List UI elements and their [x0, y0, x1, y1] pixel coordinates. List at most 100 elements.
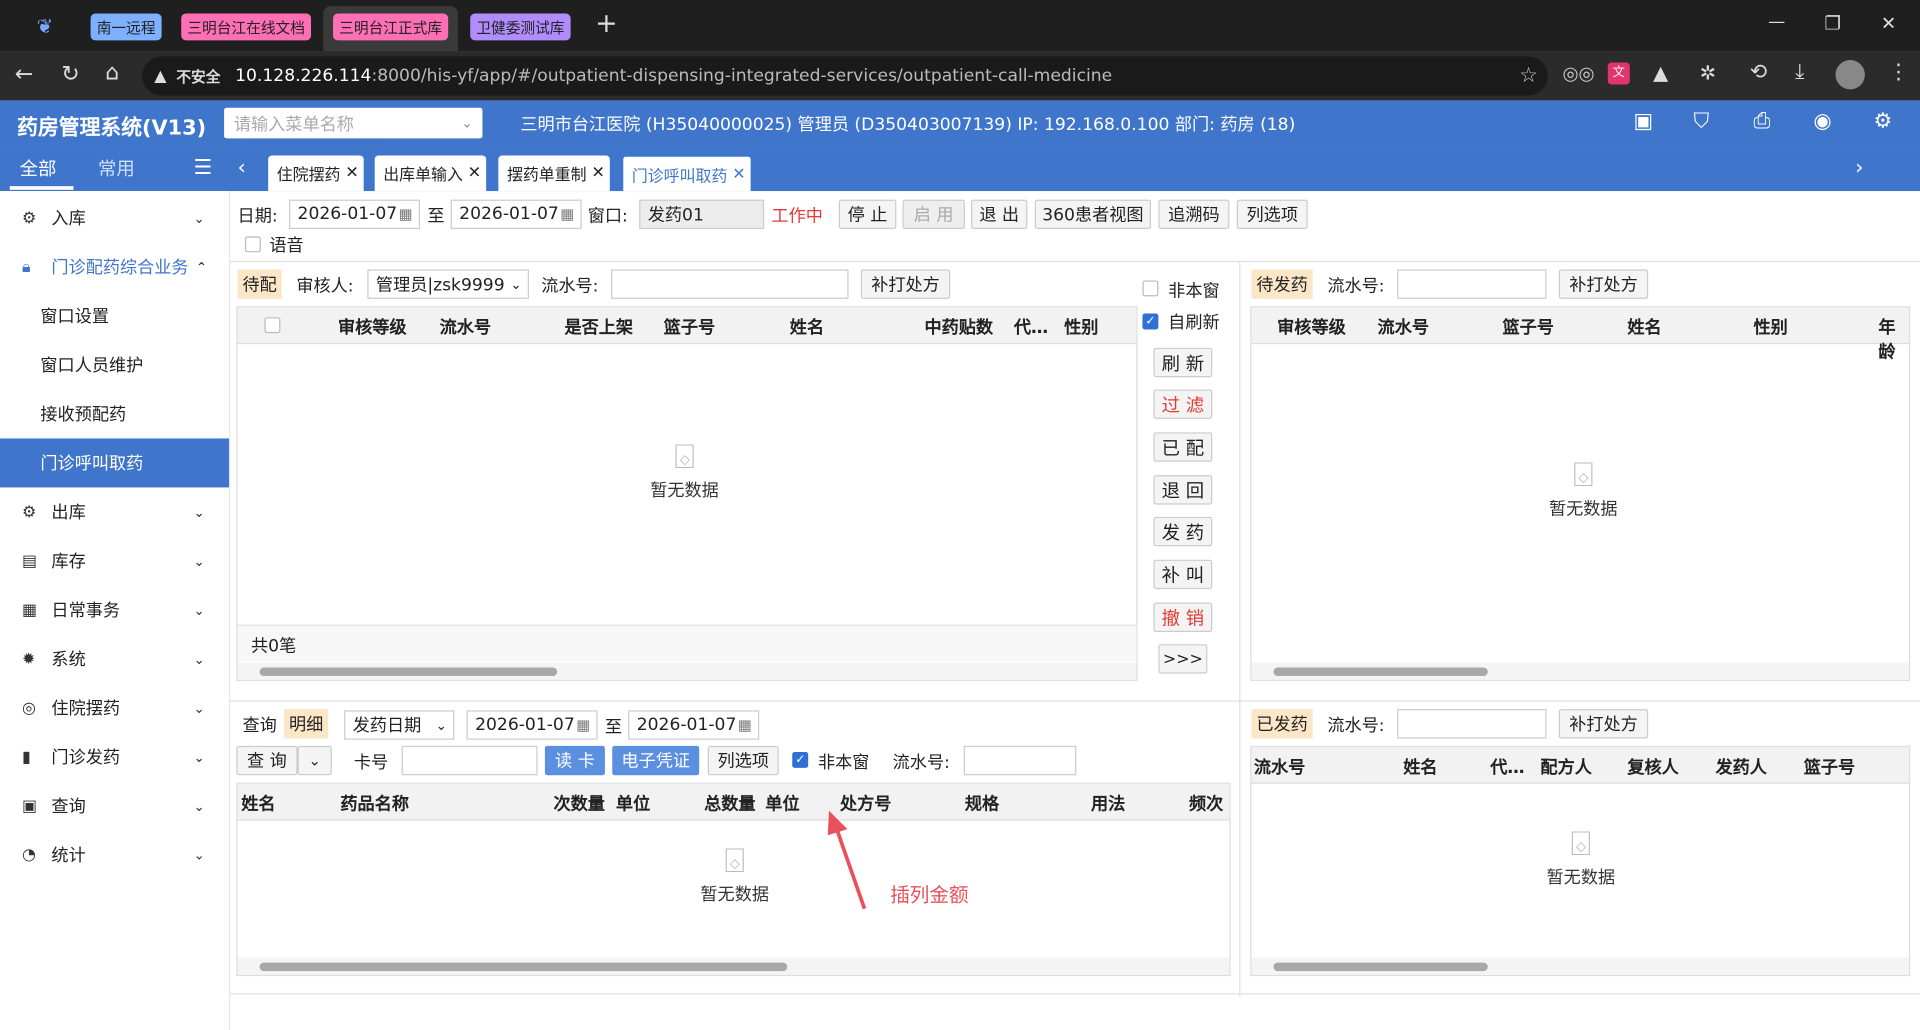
- tabs-next-icon[interactable]: ›: [1855, 156, 1863, 180]
- detail-columns-button[interactable]: 列选项: [707, 745, 779, 776]
- back-icon[interactable]: ←: [15, 61, 33, 87]
- column-header[interactable]: 配方人: [1540, 754, 1591, 778]
- date-from-field[interactable]: 2026-01-07 ▦: [288, 199, 421, 230]
- column-header[interactable]: 发药人: [1716, 754, 1767, 778]
- column-header[interactable]: 复核人: [1627, 754, 1678, 778]
- not-secure-label[interactable]: 不安全: [176, 66, 220, 87]
- column-header[interactable]: 药品名称: [340, 791, 409, 815]
- pending-reprint-button[interactable]: 补打处方: [860, 269, 951, 299]
- column-header[interactable]: 篮子号: [1804, 754, 1855, 778]
- trace-code-button[interactable]: 追溯码: [1158, 199, 1230, 230]
- extension-icon[interactable]: ▲: [1653, 61, 1668, 84]
- screen-icon[interactable]: ▣: [1633, 109, 1653, 133]
- sidebar-item-window-setting[interactable]: 窗口设置: [0, 291, 229, 340]
- pending-scrollbar[interactable]: [237, 662, 1137, 680]
- page-tab-outbound[interactable]: 出库单输入 ✕: [374, 155, 487, 192]
- reader-icon[interactable]: ◎◎: [1562, 62, 1594, 84]
- column-header[interactable]: 单位: [765, 791, 799, 815]
- filter-button[interactable]: 过 滤: [1153, 389, 1213, 419]
- column-header[interactable]: 姓名: [790, 315, 824, 339]
- column-header[interactable]: 流水号: [1378, 315, 1429, 339]
- detail-serial-input[interactable]: [963, 745, 1077, 776]
- detail-tab[interactable]: 明细: [284, 709, 329, 739]
- to-dispense-reprint-button[interactable]: 补打处方: [1558, 269, 1649, 299]
- enable-button[interactable]: 启 用: [902, 199, 965, 230]
- tab-group-1[interactable]: 南一远程: [90, 13, 162, 41]
- date-to-field[interactable]: 2026-01-07 ▦: [450, 199, 582, 230]
- horizontal-splitter[interactable]: [230, 700, 1920, 702]
- stop-button[interactable]: 停 止: [838, 199, 897, 230]
- detail-non-window-checkbox[interactable]: ✓: [792, 751, 809, 768]
- avatar[interactable]: [1835, 60, 1865, 90]
- column-header[interactable]: 姓名: [1403, 754, 1437, 778]
- dispensed-tag[interactable]: 已发药: [1251, 709, 1313, 739]
- url-field[interactable]: ▲ 不安全 10.128.226.114:8000/his-yf/app/#/o…: [142, 56, 1548, 96]
- pending-serial-input[interactable]: [611, 269, 849, 299]
- column-header[interactable]: 流水号: [440, 315, 491, 339]
- podium-icon[interactable]: ⛉: [1693, 109, 1709, 133]
- sidebar-item-daily[interactable]: ▦ 日常事务 ⌄: [0, 585, 229, 634]
- sidebar-item-call-medicine[interactable]: 门诊呼叫取药: [0, 438, 229, 488]
- window-field[interactable]: 发药01: [639, 199, 765, 230]
- close-tab-icon[interactable]: ✕: [345, 164, 358, 182]
- puzzle-icon[interactable]: ✲: [1700, 61, 1716, 84]
- hamburger-icon[interactable]: ☰: [193, 156, 212, 180]
- dispensed-reprint-button[interactable]: 补打处方: [1558, 709, 1649, 739]
- pending-tag[interactable]: 待配: [237, 269, 282, 299]
- maximize-icon[interactable]: ❐: [1825, 12, 1841, 34]
- close-window-icon[interactable]: ✕: [1881, 12, 1896, 34]
- sidebar-item-inbound[interactable]: ⚙ 入库 ⌄: [0, 194, 229, 243]
- column-header[interactable]: 篮子号: [664, 315, 715, 339]
- sidebar-item-ward[interactable]: ◎ 住院摆药 ⌄: [0, 683, 229, 732]
- detail-date-from[interactable]: 2026-01-07 ▦: [466, 710, 598, 740]
- sidebar-item-stock[interactable]: ▤ 库存 ⌄: [0, 536, 229, 585]
- reviewer-select[interactable]: 管理员|zsk9999 ⌄: [367, 269, 529, 299]
- column-header[interactable]: 性别: [1064, 315, 1098, 339]
- non-window-checkbox[interactable]: [1142, 280, 1159, 297]
- column-header[interactable]: 姓名: [241, 791, 275, 815]
- more-button[interactable]: >>>: [1158, 644, 1208, 674]
- tab-group-3[interactable]: 三明台江正式库: [333, 13, 449, 41]
- print-icon[interactable]: ⎙: [1753, 109, 1770, 133]
- dispensed-serial-input[interactable]: [1397, 709, 1547, 739]
- column-header[interactable]: 单位: [616, 791, 650, 815]
- e-voucher-button[interactable]: 电子凭证: [612, 745, 700, 776]
- sidebar-item-query[interactable]: ▣ 查询 ⌄: [0, 781, 229, 830]
- column-header[interactable]: 是否上架: [564, 315, 633, 339]
- eye-icon[interactable]: ◉: [1813, 109, 1831, 133]
- column-header[interactable]: 中药贴数: [924, 315, 993, 339]
- scroll-thumb[interactable]: [1273, 667, 1488, 677]
- column-header[interactable]: 总数量: [704, 791, 755, 815]
- scroll-thumb[interactable]: [259, 962, 788, 972]
- sidebar-item-outpatient-business[interactable]: 🔒︎ 门诊配药综合业务 ⌃: [0, 242, 229, 291]
- detail-scrollbar[interactable]: [237, 957, 1230, 975]
- date-type-select[interactable]: 发药日期 ⌄: [344, 710, 455, 740]
- tabs-prev-icon[interactable]: ‹: [238, 156, 246, 180]
- column-header[interactable]: 代…: [1490, 754, 1524, 778]
- sidebar-item-receive-preconfig[interactable]: 接收预配药: [0, 389, 229, 438]
- column-header[interactable]: 篮子号: [1502, 315, 1553, 339]
- tab-common[interactable]: 常用: [98, 156, 135, 182]
- column-header[interactable]: 性别: [1753, 315, 1787, 339]
- close-tab-icon[interactable]: ✕: [591, 164, 604, 182]
- translate-icon[interactable]: 文: [1607, 62, 1630, 85]
- favorite-star-icon[interactable]: ☆: [1519, 64, 1538, 88]
- column-header[interactable]: 年龄: [1878, 315, 1909, 364]
- query-dropdown-button[interactable]: ⌄: [297, 745, 332, 776]
- tab-group-2[interactable]: 三明台江在线文档: [181, 13, 312, 41]
- close-tab-icon[interactable]: ✕: [732, 165, 745, 183]
- close-tab-icon[interactable]: ✕: [468, 164, 481, 182]
- sidebar-item-stats[interactable]: ◔ 统计 ⌄: [0, 830, 229, 879]
- sidebar-item-outbound[interactable]: ⚙ 出库 ⌄: [0, 487, 229, 536]
- auto-refresh-checkbox[interactable]: ✓: [1142, 313, 1159, 330]
- column-header[interactable]: 姓名: [1627, 315, 1661, 339]
- recall-button[interactable]: 补 叫: [1153, 559, 1213, 590]
- cancel-button[interactable]: 撤 销: [1153, 602, 1213, 632]
- detail-query-button[interactable]: 查 询: [236, 745, 298, 776]
- return-button[interactable]: 退 回: [1153, 475, 1213, 505]
- browser-menu-icon[interactable]: ⋮: [1888, 60, 1909, 84]
- column-header[interactable]: 审核等级: [1277, 315, 1346, 339]
- detail-date-to[interactable]: 2026-01-07 ▦: [628, 710, 760, 740]
- query-tab[interactable]: 查询: [242, 713, 276, 737]
- column-header[interactable]: 规格: [965, 791, 999, 815]
